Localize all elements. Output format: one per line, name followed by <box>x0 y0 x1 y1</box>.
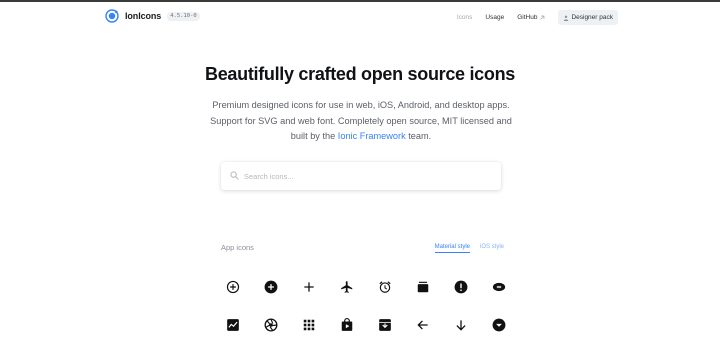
airplane-icon[interactable] <box>328 273 366 301</box>
apps-icon[interactable] <box>290 311 328 339</box>
arrow-back-icon[interactable] <box>404 311 442 339</box>
nav-github-label: GitHub <box>517 14 538 21</box>
search-box <box>221 162 501 190</box>
icon-grid <box>214 268 518 344</box>
alert-icon[interactable] <box>442 273 480 301</box>
add-circle-icon[interactable] <box>252 273 290 301</box>
albums-icon[interactable] <box>404 273 442 301</box>
ionic-framework-link[interactable]: Ionic Framework <box>338 131 406 141</box>
brand-name: IonIcons <box>125 11 162 21</box>
external-link-icon <box>540 15 545 20</box>
hero-desc-line2: Support for SVG and web font. Completely… <box>210 115 512 126</box>
archive-icon[interactable] <box>366 311 404 339</box>
arrow-dropdown-circle-icon[interactable] <box>480 311 518 339</box>
ionicons-logo-icon <box>105 9 119 23</box>
aperture-icon[interactable] <box>252 311 290 339</box>
designer-pack-button[interactable]: Designer pack <box>558 10 618 25</box>
add-circle-outline-icon[interactable] <box>214 273 252 301</box>
section-title: App icons <box>221 243 254 252</box>
arrow-down-icon[interactable] <box>442 311 480 339</box>
tab-material-style[interactable]: Material style <box>434 244 470 253</box>
american-football-icon[interactable] <box>480 273 518 301</box>
hero-desc-pre-link: built by the <box>290 131 338 142</box>
search-input[interactable] <box>244 166 489 186</box>
icon-row <box>214 268 518 306</box>
brand[interactable]: IonIcons 4.5.10-0 <box>105 9 200 23</box>
tab-ios-style[interactable]: iOS style <box>480 244 504 252</box>
search-icon <box>230 171 239 180</box>
designer-pack-label: Designer pack <box>571 14 613 21</box>
alarm-icon[interactable] <box>366 273 404 301</box>
hero-description: Premium designed icons for use in web, i… <box>200 98 522 145</box>
nav-github-link[interactable]: GitHub <box>517 14 545 21</box>
analytics-icon[interactable] <box>214 311 252 339</box>
style-tabs: Material style iOS style <box>425 244 504 253</box>
person-icon <box>564 15 569 21</box>
site-header: IonIcons 4.5.10-0 Icons Usage GitHub Des… <box>0 2 720 32</box>
nav-usage-link[interactable]: Usage <box>485 14 504 21</box>
version-badge: 4.5.10-0 <box>167 11 200 21</box>
hero-desc-post-link: team. <box>405 131 432 142</box>
main-nav: Icons Usage GitHub Designer pack <box>444 10 618 25</box>
add-icon[interactable] <box>290 273 328 301</box>
page-title: Beautifully crafted open source icons <box>205 64 515 84</box>
nav-icons-link[interactable]: Icons <box>457 14 473 21</box>
hero-desc-line1: Premium designed icons for use in web, i… <box>212 100 510 110</box>
icon-row <box>214 306 518 344</box>
appstore-icon[interactable] <box>328 311 366 339</box>
